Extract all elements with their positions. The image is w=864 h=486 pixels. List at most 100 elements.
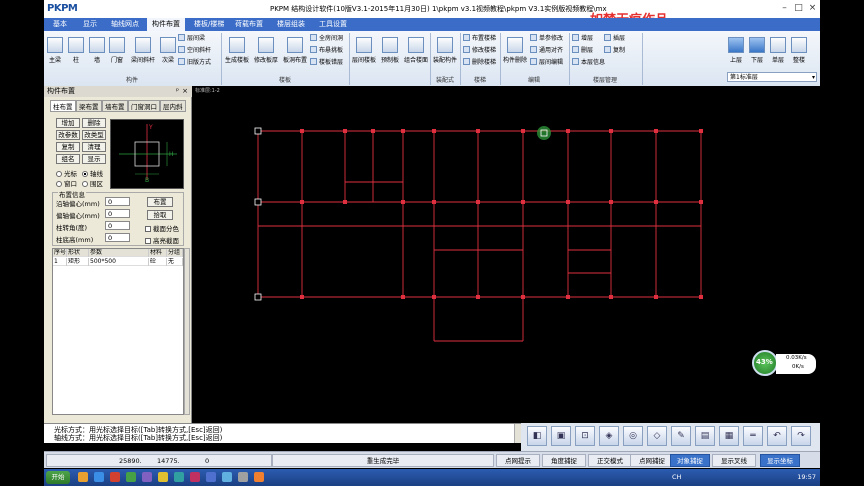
group-name-button[interactable]: 组名: [56, 154, 80, 164]
tab-load-layout[interactable]: 荷载布置: [230, 18, 268, 31]
object-snap-toggle[interactable]: 对象捕捉: [670, 454, 710, 467]
close-icon[interactable]: ×: [806, 2, 819, 15]
change-params-button[interactable]: 改参数: [56, 130, 80, 140]
show-button[interactable]: 显示: [82, 154, 106, 164]
ortho-mode-toggle[interactable]: 正交模式: [588, 454, 632, 467]
upper-floor-button[interactable]: 上层: [727, 37, 745, 64]
tab-member-layout[interactable]: 构件布置: [147, 18, 185, 31]
lower-floor-button[interactable]: 下层: [748, 37, 766, 64]
radio-axis[interactable]: 轴线: [82, 168, 103, 178]
app-icon[interactable]: [142, 472, 152, 482]
tab-door-window[interactable]: 门窗洞口: [128, 100, 160, 112]
section-color-checkbox[interactable]: 截面分色: [145, 223, 179, 233]
full-room-hole-button[interactable]: 全房间洞: [310, 34, 343, 44]
app-icon[interactable]: [174, 472, 184, 482]
space-brace-button[interactable]: 空间斜杆: [178, 46, 211, 56]
secondary-beam-button[interactable]: 次梁: [160, 37, 176, 64]
door-window-button[interactable]: 门窗: [109, 37, 125, 64]
drawing-canvas[interactable]: 标准层:1-2: [193, 86, 819, 423]
whole-building-button[interactable]: 整楼: [790, 37, 808, 64]
standard-floor-select[interactable]: 第1标准层 ▾: [727, 72, 817, 82]
app-icon[interactable]: [190, 472, 200, 482]
assembly-member-button[interactable]: 装配构件: [432, 37, 458, 64]
input-language[interactable]: CH: [672, 473, 681, 481]
app-icon[interactable]: [238, 472, 248, 482]
radio-enclosure[interactable]: 围区: [82, 178, 103, 188]
zoom-window-icon[interactable]: ⊡: [575, 426, 595, 446]
wall-button[interactable]: 墙: [89, 37, 105, 64]
interlayer-beam-button[interactable]: 层间梁: [178, 34, 205, 44]
copy-floor-button[interactable]: 复制: [604, 46, 625, 56]
delete-button[interactable]: 删除: [82, 118, 106, 128]
generate-slab-button[interactable]: 生成楼板: [224, 37, 250, 64]
rotation-input[interactable]: 0: [105, 221, 130, 230]
angle-snap-toggle[interactable]: 角度捕捉: [542, 454, 586, 467]
insert-floor-button[interactable]: 插层: [604, 34, 625, 44]
table-scrollbar[interactable]: [184, 248, 190, 415]
tab-interlayer[interactable]: 层内斜: [160, 100, 186, 112]
interlayer-edit-button[interactable]: 层间编辑: [530, 58, 563, 68]
minimize-icon[interactable]: –: [778, 2, 791, 15]
undo-icon[interactable]: ↶: [767, 426, 787, 446]
tab-basic[interactable]: 基本: [48, 18, 72, 31]
grid-icon[interactable]: ▦: [719, 426, 739, 446]
old-mode-button[interactable]: 旧版方式: [178, 58, 211, 68]
delete-stair-button[interactable]: 删除楼梯: [463, 58, 496, 68]
zoom-extent-icon[interactable]: ▣: [551, 426, 571, 446]
cube-icon[interactable]: ◈: [599, 426, 619, 446]
slab-opening-button[interactable]: 板洞布置: [282, 37, 308, 64]
beam-brace-button[interactable]: 梁间斜杆: [130, 37, 156, 64]
main-beam-button[interactable]: 主梁: [47, 37, 63, 64]
add-floor-button[interactable]: 增层: [572, 34, 593, 44]
tab-floor-assembly[interactable]: 楼层组装: [272, 18, 310, 31]
bottom-height-input[interactable]: 0: [105, 233, 130, 242]
modify-stair-button[interactable]: 修改楼梯: [463, 46, 496, 56]
copy-button[interactable]: 复制: [56, 142, 80, 152]
highlight-section-checkbox[interactable]: 高亮截面: [145, 235, 179, 245]
orbit-icon[interactable]: ◎: [623, 426, 643, 446]
tab-axis-grid[interactable]: 轴线网点: [106, 18, 144, 31]
grid-snap-toggle[interactable]: 点网捕捉: [630, 454, 674, 467]
tab-display[interactable]: 显示: [78, 18, 102, 31]
slab-offset-button[interactable]: 楼板错层: [310, 58, 343, 68]
precast-slab-button[interactable]: 预制板: [379, 37, 401, 64]
coordinate-toggle[interactable]: 显示坐标: [760, 454, 800, 467]
modify-thickness-button[interactable]: 修改板厚: [253, 37, 279, 64]
table-row[interactable]: 1 矩形 500*500 砼 无: [53, 258, 183, 266]
browser-icon[interactable]: [94, 472, 104, 482]
single-floor-button[interactable]: 单层: [769, 37, 787, 64]
app-icon[interactable]: [126, 472, 136, 482]
axis-offset-input[interactable]: 0: [105, 197, 130, 206]
tab-wall-layout[interactable]: 墙布置: [102, 100, 128, 112]
cantilever-slab-button[interactable]: 布悬挑板: [310, 46, 343, 56]
app-icon[interactable]: [254, 472, 264, 482]
delete-member-button[interactable]: 构件删除: [502, 37, 528, 64]
eraser-icon[interactable]: ◇: [647, 426, 667, 446]
change-type-button[interactable]: 改类型: [82, 130, 106, 140]
measure-icon[interactable]: ═: [743, 426, 763, 446]
place-stair-button[interactable]: 布置楼梯: [463, 34, 496, 44]
view-3d-icon[interactable]: ◧: [527, 426, 547, 446]
column-button[interactable]: 柱: [68, 37, 84, 64]
tab-column-layout[interactable]: 柱布置: [50, 100, 76, 112]
radio-window[interactable]: 窗口: [56, 178, 77, 188]
app-icon[interactable]: [222, 472, 232, 482]
clean-button[interactable]: 清理: [82, 142, 106, 152]
start-button[interactable]: 开始: [46, 471, 70, 484]
pin-icon[interactable]: ᵖ: [176, 87, 179, 95]
floor-info-button[interactable]: 本层信息: [572, 58, 605, 68]
grid-hint-toggle[interactable]: 点网提示: [496, 454, 540, 467]
radio-cursor[interactable]: 光标: [56, 168, 77, 178]
align-button[interactable]: 通用对齐: [530, 46, 563, 56]
redo-icon[interactable]: ↷: [791, 426, 811, 446]
folder-icon[interactable]: [78, 472, 88, 482]
close-icon[interactable]: ×: [182, 87, 188, 95]
app-icon[interactable]: [206, 472, 216, 482]
crosshair-toggle[interactable]: 显示叉线: [712, 454, 756, 467]
delete-floor-button[interactable]: 删层: [572, 46, 593, 56]
maximize-icon[interactable]: □: [792, 2, 805, 15]
app-icon[interactable]: [110, 472, 120, 482]
add-button[interactable]: 增加: [56, 118, 80, 128]
off-axis-offset-input[interactable]: 0: [105, 209, 130, 218]
interlayer-slab-button[interactable]: 层间楼板: [351, 37, 377, 64]
